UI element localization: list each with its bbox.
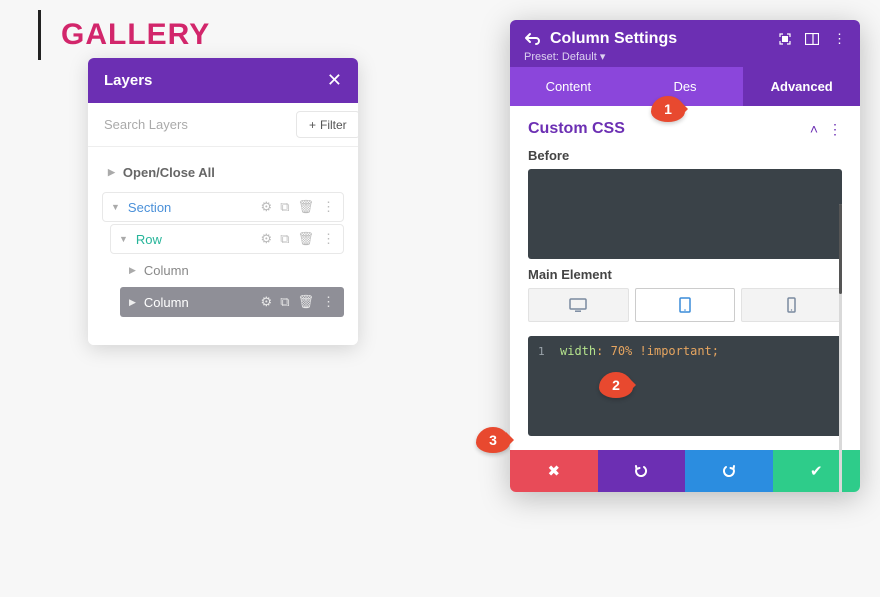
layer-section[interactable]: ▼ Section ⚙ ⧉ 🗑 ⋮	[102, 192, 344, 222]
preset-label: Preset: Default	[524, 51, 597, 63]
before-code-input[interactable]	[528, 169, 842, 259]
section-name: Custom CSS	[528, 120, 625, 138]
before-label: Before	[528, 148, 842, 163]
device-selector	[528, 288, 842, 322]
settings-footer: ✖ ✔	[510, 450, 860, 492]
layers-title: Layers	[104, 72, 152, 89]
chevron-up-icon[interactable]: ˄	[810, 121, 818, 138]
section-header[interactable]: Custom CSS ˄ ⋮	[528, 120, 842, 138]
gear-icon[interactable]: ⚙	[261, 199, 273, 215]
duplicate-icon[interactable]: ⧉	[280, 294, 289, 310]
css-important: !important	[640, 344, 712, 358]
css-colon: :	[596, 344, 603, 358]
layers-search-row: + Filter	[88, 103, 358, 147]
css-value: 70%	[611, 344, 633, 358]
layer-column[interactable]: ▶ Column	[120, 256, 344, 285]
chevron-down-icon: ▼	[119, 234, 128, 244]
trash-icon[interactable]: 🗑	[297, 199, 314, 215]
tab-advanced[interactable]: Advanced	[743, 67, 860, 106]
open-close-all[interactable]: ▶ Open/Close All	[102, 157, 344, 190]
save-button[interactable]: ✔	[773, 450, 861, 492]
layers-header: Layers ✕	[88, 58, 358, 103]
preset-selector[interactable]: Preset: Default ▾	[524, 50, 846, 63]
device-desktop-button[interactable]	[528, 288, 629, 322]
settings-titlebar: Column Settings ⋮ Preset: Default ▾	[510, 20, 860, 67]
settings-body: Custom CSS ˄ ⋮ Before Main Element 1	[510, 106, 860, 450]
filter-label: Filter	[320, 118, 347, 132]
undo-button[interactable]	[598, 450, 686, 492]
search-input[interactable]	[88, 103, 296, 146]
layer-row[interactable]: ▼ Row ⚙ ⧉ 🗑 ⋮	[110, 224, 344, 254]
trash-icon[interactable]: 🗑	[297, 294, 314, 310]
main-element-code-input[interactable]: 1 width: 70% !important;	[528, 336, 842, 436]
gear-icon[interactable]: ⚙	[261, 231, 273, 247]
css-property: width	[560, 344, 596, 358]
scrollbar[interactable]	[839, 204, 842, 492]
callout-1: 1	[651, 96, 685, 122]
phone-icon	[787, 297, 796, 313]
layers-panel: Layers ✕ + Filter ▶ Open/Close All ▼ Sec…	[88, 58, 358, 345]
gear-icon[interactable]: ⚙	[261, 294, 273, 310]
more-icon[interactable]: ⋮	[833, 31, 846, 47]
chevron-down-icon: ▾	[600, 51, 606, 63]
close-icon[interactable]: ✕	[327, 70, 342, 91]
layer-actions: ⚙ ⧉ 🗑 ⋮	[261, 294, 335, 310]
plus-icon: +	[309, 118, 316, 132]
redo-icon	[721, 463, 737, 479]
main-element-label: Main Element	[528, 267, 842, 282]
line-number: 1	[538, 345, 550, 358]
check-icon: ✔	[810, 462, 823, 480]
expand-icon[interactable]	[779, 33, 791, 45]
scrollbar-thumb[interactable]	[839, 204, 842, 294]
layer-column-selected[interactable]: ▶ Column ⚙ ⧉ 🗑 ⋮	[120, 287, 344, 317]
close-icon: ✖	[547, 462, 560, 480]
tab-design[interactable]: Des	[627, 67, 744, 106]
redo-button[interactable]	[685, 450, 773, 492]
page-title-text: GALLERY	[61, 18, 210, 52]
layer-label: Column	[144, 263, 189, 278]
chevron-right-icon: ▶	[129, 265, 136, 276]
settings-tabs: Content Des Advanced	[510, 67, 860, 106]
chevron-right-icon: ▶	[129, 297, 136, 308]
undo-icon	[633, 463, 649, 479]
cancel-button[interactable]: ✖	[510, 450, 598, 492]
settings-title: Column Settings	[550, 30, 677, 48]
chevron-right-icon: ▶	[108, 167, 115, 178]
trash-icon[interactable]: 🗑	[297, 231, 314, 247]
layer-label: Section	[128, 200, 171, 215]
more-icon[interactable]: ⋮	[322, 231, 335, 247]
layer-label: Row	[136, 232, 162, 247]
filter-button[interactable]: + Filter	[296, 111, 358, 138]
callout-2: 2	[599, 372, 633, 398]
duplicate-icon[interactable]: ⧉	[280, 231, 289, 247]
device-phone-button[interactable]	[741, 288, 842, 322]
back-arrow-icon[interactable]	[524, 31, 540, 47]
settings-panel: Column Settings ⋮ Preset: Default ▾ Cont…	[510, 20, 860, 492]
chevron-down-icon: ▼	[111, 202, 120, 212]
layer-actions: ⚙ ⧉ 🗑 ⋮	[261, 231, 335, 247]
desktop-icon	[569, 298, 587, 312]
more-icon[interactable]: ⋮	[322, 199, 335, 215]
layers-tree: ▶ Open/Close All ▼ Section ⚙ ⧉ 🗑 ⋮ ▼ Row…	[88, 147, 358, 345]
css-semicolon: ;	[712, 344, 719, 358]
layer-label: Column	[144, 295, 189, 310]
callout-3: 3	[476, 427, 510, 453]
more-icon[interactable]: ⋮	[828, 121, 842, 138]
device-tablet-button[interactable]	[635, 288, 736, 322]
more-icon[interactable]: ⋮	[322, 294, 335, 310]
panel-icon[interactable]	[805, 33, 819, 45]
open-close-label: Open/Close All	[123, 165, 215, 180]
tablet-icon	[679, 297, 691, 313]
duplicate-icon[interactable]: ⧉	[280, 199, 289, 215]
layer-actions: ⚙ ⧉ 🗑 ⋮	[261, 199, 335, 215]
code-line: 1 width: 70% !important;	[538, 344, 832, 358]
tab-content[interactable]: Content	[510, 67, 627, 106]
page-title: GALLERY	[38, 10, 210, 60]
